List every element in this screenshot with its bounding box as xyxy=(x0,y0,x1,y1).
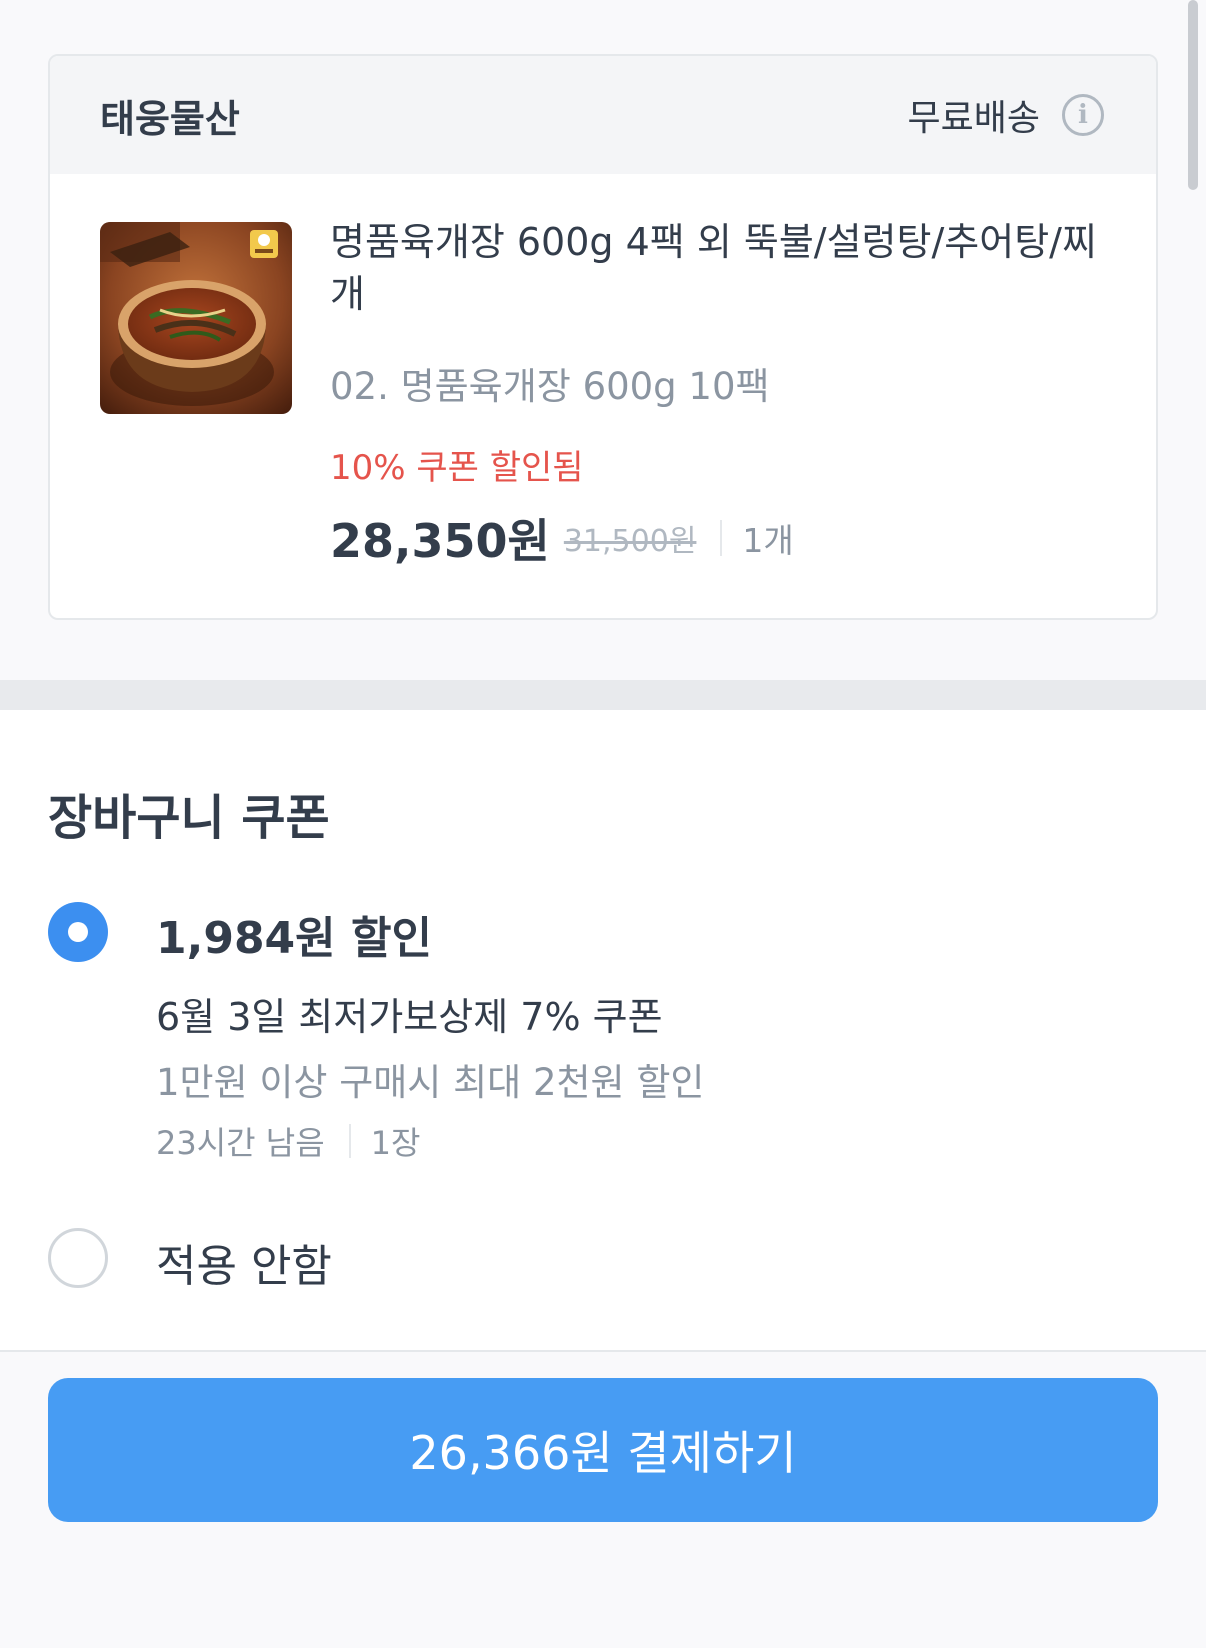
price-row: 28,350원 31,500원 1개 xyxy=(330,508,794,568)
store-header: 태웅물산 무료배송 i xyxy=(50,56,1156,174)
info-icon[interactable]: i xyxy=(1062,94,1104,136)
coupon-time-left: 23시간 남음 xyxy=(156,1124,325,1162)
no-coupon-radio[interactable] xyxy=(48,1228,108,1288)
cart-coupon-section: 장바구니 쿠폰 1,984원 할인 6월 3일 최저가보상제 7% 쿠폰 1만원… xyxy=(0,710,1206,1350)
divider xyxy=(348,1124,351,1158)
shipping-info: 무료배송 i xyxy=(908,89,1104,141)
product-name[interactable]: 명품육개장 600g 4팩 외 뚝불/설렁탕/추어탕/찌개 xyxy=(330,216,1120,320)
no-coupon-label[interactable]: 적용 안함 xyxy=(156,1230,332,1294)
shipping-label: 무료배송 xyxy=(907,98,1040,139)
section-title: 장바구니 쿠폰 xyxy=(48,790,330,846)
store-name: 태웅물산 xyxy=(100,96,240,141)
divider xyxy=(720,520,723,556)
original-price: 31,500원 xyxy=(563,524,697,559)
scrollbar[interactable] xyxy=(1188,0,1198,190)
section-separator xyxy=(0,680,1206,710)
coupon-discount-amount[interactable]: 1,984원 할인 xyxy=(156,902,432,966)
order-summary-area: 태웅물산 무료배송 i 명품육개장 600g 4팩 외 뚝불/설렁탕/추어탕/찌… xyxy=(0,0,1206,680)
pay-button[interactable]: 26,366원 결제하기 xyxy=(48,1378,1158,1522)
quantity: 1개 xyxy=(742,521,794,560)
coupon-condition: 1만원 이상 구매시 최대 2천원 할인 xyxy=(156,1061,705,1104)
yukgaejang-bowl-image xyxy=(100,222,292,414)
coupon-name: 6월 3일 최저가보상제 7% 쿠폰 xyxy=(156,995,663,1039)
product-thumbnail[interactable] xyxy=(100,222,292,414)
product-option: 02. 명품육개장 600g 10팩 xyxy=(330,365,770,408)
store-order-card: 태웅물산 무료배송 i 명품육개장 600g 4팩 외 뚝불/설렁탕/추어탕/찌… xyxy=(48,54,1158,620)
final-price: 28,350원 xyxy=(330,514,550,568)
coupon-applied-label: 10% 쿠폰 할인됨 xyxy=(330,448,584,488)
coupon-meta: 23시간 남음 1장 xyxy=(156,1118,420,1164)
coupon-count: 1장 xyxy=(370,1124,421,1162)
coupon-radio-selected[interactable] xyxy=(48,902,108,962)
